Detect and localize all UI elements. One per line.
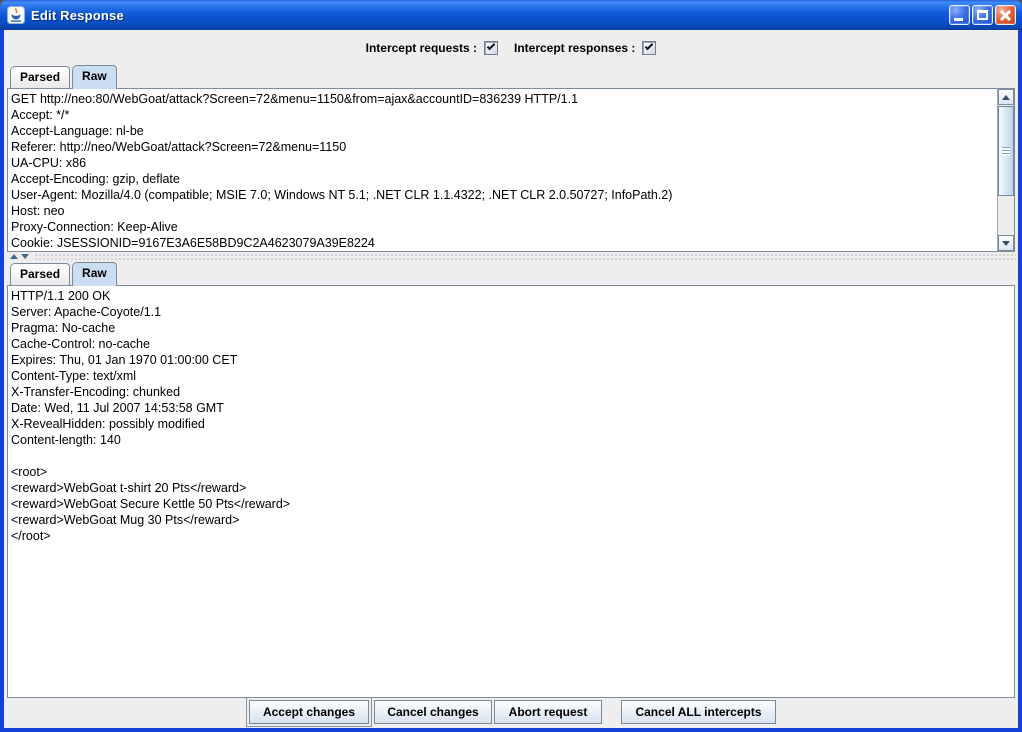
split-pane-divider[interactable] (4, 252, 1018, 261)
response-raw-textarea[interactable]: HTTP/1.1 200 OK Server: Apache-Coyote/1.… (8, 286, 1014, 697)
scroll-down-button[interactable] (998, 235, 1014, 251)
minimize-icon (954, 18, 963, 21)
request-tabstrip: Parsed Raw (7, 64, 1015, 88)
close-button[interactable] (995, 5, 1016, 25)
divider-collapse-up-icon[interactable] (10, 254, 18, 259)
request-vertical-scrollbar[interactable] (997, 89, 1014, 251)
cancel-changes-button[interactable]: Cancel changes (374, 700, 492, 724)
triangle-up-icon (1002, 95, 1010, 100)
footer-button-row: Accept changes Cancel changes Abort requ… (4, 698, 1018, 726)
scroll-up-button[interactable] (998, 89, 1014, 105)
maximize-button[interactable] (972, 5, 993, 25)
intercept-requests-group: Intercept requests : (366, 41, 498, 55)
intercept-responses-checkbox[interactable] (642, 41, 656, 55)
intercept-responses-label: Intercept responses : (514, 41, 635, 55)
intercept-responses-group: Intercept responses : (514, 41, 656, 55)
tab-request-parsed[interactable]: Parsed (10, 66, 70, 88)
window-controls (949, 5, 1016, 25)
minimize-button[interactable] (949, 5, 970, 25)
window-title: Edit Response (31, 8, 124, 23)
tab-response-parsed[interactable]: Parsed (10, 263, 70, 285)
tab-request-raw[interactable]: Raw (72, 65, 117, 89)
intercept-requests-checkbox[interactable] (484, 41, 498, 55)
request-raw-pane: GET http://neo:80/WebGoat/attack?Screen=… (7, 88, 1015, 252)
cancel-all-intercepts-button[interactable]: Cancel ALL intercepts (621, 700, 776, 724)
accept-changes-button[interactable]: Accept changes (249, 700, 369, 724)
thumb-grip-icon (1002, 147, 1010, 156)
java-app-icon (7, 6, 25, 24)
titlebar[interactable]: Edit Response (0, 0, 1022, 30)
response-raw-pane: HTTP/1.1 200 OK Server: Apache-Coyote/1.… (7, 285, 1015, 698)
triangle-down-icon (1002, 241, 1010, 246)
window-body: Intercept requests : Intercept responses… (4, 30, 1018, 728)
response-tabstrip: Parsed Raw (7, 261, 1015, 285)
check-icon (487, 42, 495, 50)
divider-collapse-down-icon[interactable] (21, 254, 29, 259)
intercept-options-bar: Intercept requests : Intercept responses… (4, 38, 1018, 58)
maximize-icon (977, 10, 988, 20)
accept-changes-focus-ring: Accept changes (246, 697, 372, 727)
divider-texture (34, 253, 1016, 260)
tab-response-raw[interactable]: Raw (72, 262, 117, 286)
close-icon (996, 6, 1015, 24)
intercept-requests-label: Intercept requests : (366, 41, 477, 55)
scrollbar-thumb[interactable] (998, 106, 1014, 196)
abort-request-button[interactable]: Abort request (494, 700, 602, 724)
check-icon (645, 42, 653, 50)
edit-response-window: Edit Response Intercept requests : Inter… (0, 0, 1022, 732)
request-raw-textarea[interactable]: GET http://neo:80/WebGoat/attack?Screen=… (8, 89, 997, 251)
